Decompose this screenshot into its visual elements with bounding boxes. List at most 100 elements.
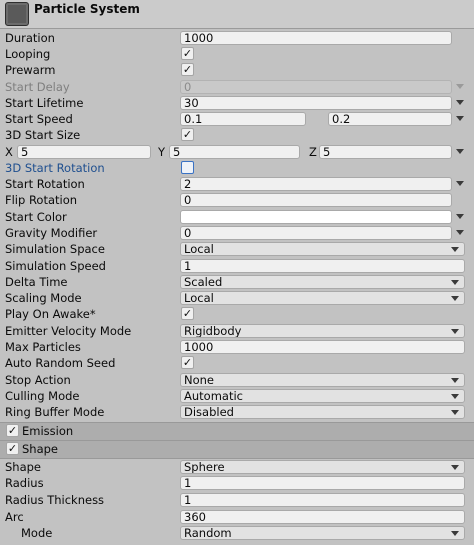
row-auto-random-seed: Auto Random Seed ✓ bbox=[0, 355, 468, 371]
row-flip-rotation: Flip Rotation 0 bbox=[0, 192, 468, 208]
start-size-x-field[interactable]: 5 bbox=[17, 145, 151, 159]
row-culling-mode: Culling Mode Automatic bbox=[0, 388, 468, 404]
start-size-z-field[interactable]: 5 bbox=[319, 145, 452, 159]
flip-rotation-field[interactable]: 0 bbox=[180, 193, 452, 207]
row-start-color: Start Color bbox=[0, 209, 468, 225]
prewarm-checkbox[interactable]: ✓ bbox=[181, 63, 194, 76]
start-lifetime-field[interactable]: 30 bbox=[180, 96, 452, 110]
start-speed-min-field[interactable]: 0.1 bbox=[180, 112, 306, 126]
row-duration: Duration 1000 bbox=[0, 30, 468, 46]
emission-enable-checkbox[interactable]: ✓ bbox=[6, 424, 19, 437]
row-arc-mode: Mode Random bbox=[0, 525, 468, 541]
play-on-awake-checkbox[interactable]: ✓ bbox=[181, 307, 194, 320]
stop-action-dropdown[interactable]: None bbox=[180, 373, 465, 387]
field-label: Simulation Space bbox=[5, 242, 105, 256]
field-label: Start Speed bbox=[5, 112, 73, 126]
start-speed-max-field[interactable]: 0.2 bbox=[328, 112, 452, 126]
module-header-emission[interactable]: ✓ Emission bbox=[0, 422, 474, 441]
curve-mode-arrow-icon[interactable] bbox=[456, 116, 464, 121]
row-3d-start-size: 3D Start Size ✓ bbox=[0, 127, 468, 143]
duration-field[interactable]: 1000 bbox=[180, 31, 452, 45]
curve-mode-arrow-icon[interactable] bbox=[456, 149, 464, 154]
module-header-shape[interactable]: ✓ Shape bbox=[0, 440, 474, 459]
field-label: Delta Time bbox=[5, 275, 68, 289]
3d-start-size-checkbox[interactable]: ✓ bbox=[181, 128, 194, 141]
arc-field[interactable]: 360 bbox=[180, 510, 465, 524]
axis-z-label: Z bbox=[309, 145, 317, 159]
curve-mode-arrow-icon[interactable] bbox=[456, 100, 464, 105]
row-emitter-velocity-mode: Emitter Velocity Mode Rigidbody bbox=[0, 323, 468, 339]
start-color-swatch[interactable] bbox=[180, 210, 452, 224]
particle-system-icon bbox=[5, 2, 29, 26]
row-ring-buffer-mode: Ring Buffer Mode Disabled bbox=[0, 404, 468, 420]
component-header[interactable]: Particle System bbox=[0, 0, 474, 29]
shape-dropdown[interactable]: Sphere bbox=[180, 460, 465, 474]
field-label: 3D Start Size bbox=[5, 128, 81, 142]
gravity-modifier-field[interactable]: 0 bbox=[180, 226, 452, 240]
arc-mode-dropdown[interactable]: Random bbox=[180, 526, 465, 540]
culling-mode-dropdown[interactable]: Automatic bbox=[180, 389, 465, 403]
radius-thickness-field[interactable]: 1 bbox=[180, 493, 465, 507]
field-label: Simulation Speed bbox=[5, 259, 106, 273]
field-label: Radius Thickness bbox=[5, 493, 105, 507]
row-prewarm: Prewarm ✓ bbox=[0, 62, 468, 78]
field-label: Start Color bbox=[5, 210, 67, 224]
simulation-speed-field[interactable]: 1 bbox=[180, 259, 465, 273]
row-delta-time: Delta Time Scaled bbox=[0, 274, 468, 290]
3d-start-rotation-checkbox[interactable] bbox=[181, 161, 194, 174]
start-rotation-field[interactable]: 2 bbox=[180, 177, 452, 191]
field-label: Start Rotation bbox=[5, 177, 85, 191]
component-title: Particle System bbox=[34, 2, 140, 16]
field-label: Flip Rotation bbox=[5, 193, 78, 207]
axis-x-label: X bbox=[5, 145, 13, 159]
row-simulation-space: Simulation Space Local bbox=[0, 241, 468, 257]
module-title: Shape bbox=[22, 442, 59, 456]
start-size-y-field[interactable]: 5 bbox=[169, 145, 300, 159]
row-stop-action: Stop Action None bbox=[0, 372, 468, 388]
curve-mode-arrow-icon[interactable] bbox=[456, 181, 464, 186]
curve-mode-arrow-icon[interactable] bbox=[456, 230, 464, 235]
ring-buffer-mode-dropdown[interactable]: Disabled bbox=[180, 405, 465, 419]
emitter-velocity-mode-dropdown[interactable]: Rigidbody bbox=[180, 324, 465, 338]
field-label: Scaling Mode bbox=[5, 291, 82, 305]
field-label: Ring Buffer Mode bbox=[5, 405, 105, 419]
row-shape: Shape Sphere bbox=[0, 459, 468, 475]
row-3d-start-rotation: 3D Start Rotation bbox=[0, 160, 468, 176]
curve-mode-arrow-icon bbox=[456, 84, 464, 89]
row-arc: Arc 360 bbox=[0, 509, 468, 525]
field-label: Auto Random Seed bbox=[5, 356, 116, 370]
module-title: Emission bbox=[22, 424, 74, 438]
radius-field[interactable]: 1 bbox=[180, 476, 465, 490]
start-delay-field: 0 bbox=[180, 80, 452, 94]
row-looping: Looping ✓ bbox=[0, 46, 468, 62]
field-label: Shape bbox=[5, 460, 42, 474]
shape-enable-checkbox[interactable]: ✓ bbox=[6, 442, 19, 455]
row-max-particles: Max Particles 1000 bbox=[0, 339, 468, 355]
row-start-speed: Start Speed 0.1 0.2 bbox=[0, 111, 468, 127]
field-label: Gravity Modifier bbox=[5, 226, 98, 240]
scaling-mode-dropdown[interactable]: Local bbox=[180, 291, 465, 305]
field-label: Stop Action bbox=[5, 373, 71, 387]
row-play-on-awake: Play On Awake* ✓ bbox=[0, 306, 468, 322]
looping-checkbox[interactable]: ✓ bbox=[181, 47, 194, 60]
row-start-rotation: Start Rotation 2 bbox=[0, 176, 468, 192]
field-label: Culling Mode bbox=[5, 389, 80, 403]
row-radius: Radius 1 bbox=[0, 475, 468, 491]
delta-time-dropdown[interactable]: Scaled bbox=[180, 275, 465, 289]
field-label: Emitter Velocity Mode bbox=[5, 324, 132, 338]
simulation-space-dropdown[interactable]: Local bbox=[180, 242, 465, 256]
max-particles-field[interactable]: 1000 bbox=[180, 340, 465, 354]
field-label: Max Particles bbox=[5, 340, 81, 354]
field-label: Mode bbox=[21, 526, 53, 540]
curve-mode-arrow-icon[interactable] bbox=[456, 214, 464, 219]
row-scaling-mode: Scaling Mode Local bbox=[0, 290, 468, 306]
row-start-lifetime: Start Lifetime 30 bbox=[0, 95, 468, 111]
field-label: Play On Awake* bbox=[5, 307, 96, 321]
field-label: Start Lifetime bbox=[5, 96, 84, 110]
row-simulation-speed: Simulation Speed 1 bbox=[0, 258, 468, 274]
field-label: Looping bbox=[5, 47, 51, 61]
row-start-delay: Start Delay 0 bbox=[0, 79, 468, 95]
auto-random-seed-checkbox[interactable]: ✓ bbox=[181, 356, 194, 369]
field-label: Radius bbox=[5, 476, 44, 490]
row-gravity-modifier: Gravity Modifier 0 bbox=[0, 225, 468, 241]
